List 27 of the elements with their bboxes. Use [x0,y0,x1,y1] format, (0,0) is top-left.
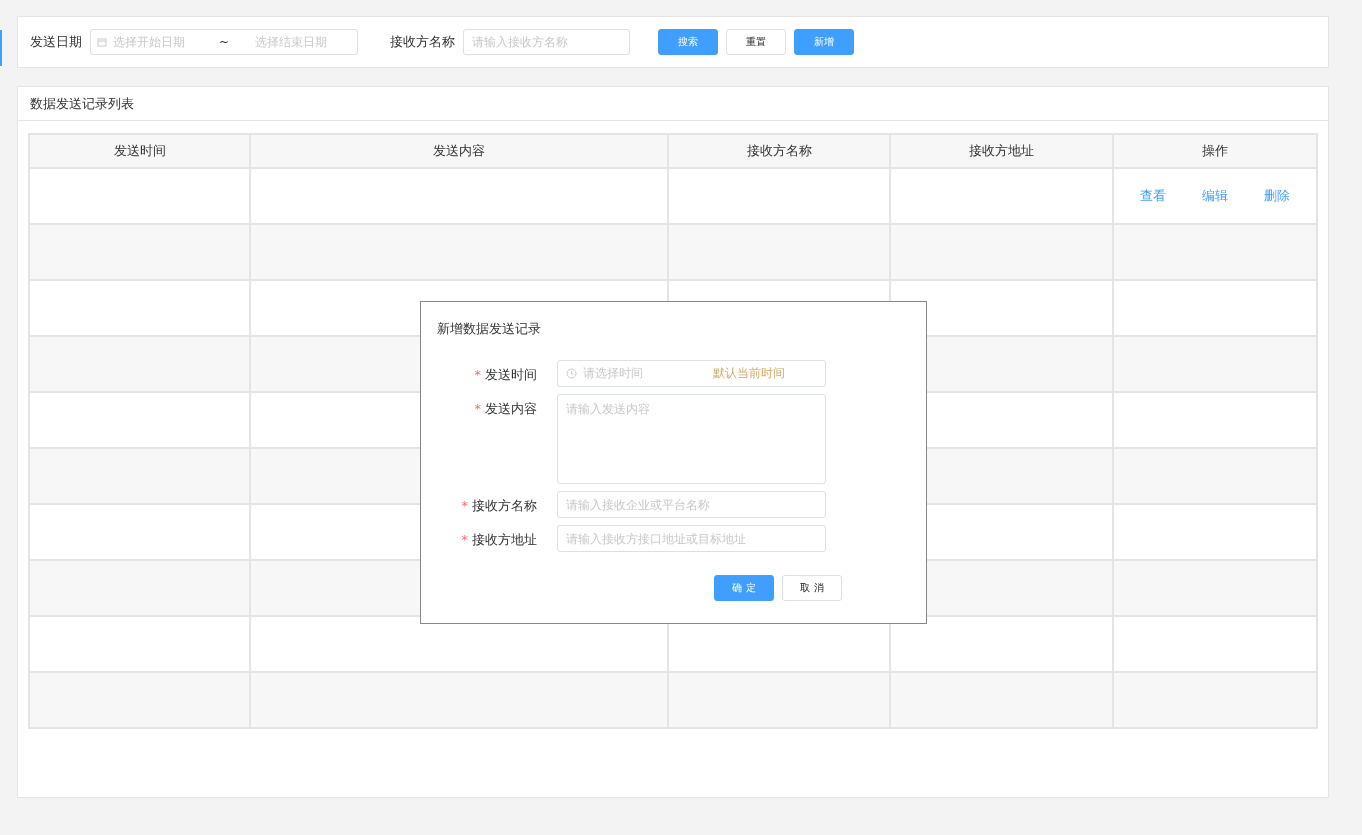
column-header: 接收方名称 [746,142,812,160]
dialog-button[interactable]: 确 定 [714,575,774,601]
column-header: 发送内容 [433,142,485,160]
form-label: 接收方地址 [472,532,537,547]
action-link[interactable]: 删除 [1264,187,1290,205]
column-header: 接收方地址 [969,142,1034,160]
required-asterisk: * [474,367,481,382]
form-label: 接收方名称 [472,498,537,513]
required-asterisk: * [461,532,468,547]
action-button[interactable]: 新增 [794,29,854,55]
form-label: 发送内容 [485,401,537,416]
card-title: 数据发送记录列表 [30,94,134,113]
dialog-button[interactable]: 取 消 [782,575,842,601]
required-asterisk: * [461,498,468,513]
form-label: 发送时间 [485,367,537,382]
dialog-title: 新增数据发送记录 [437,320,541,338]
action-link[interactable]: 查看 [1140,187,1166,205]
action-link[interactable]: 编辑 [1202,187,1228,205]
action-button[interactable]: 重置 [726,29,786,55]
field-label: 接收方名称 [390,33,455,51]
default-time-hint: 默认当前时间 [713,365,785,382]
action-button[interactable]: 搜索 [658,29,718,55]
column-header: 发送时间 [113,142,166,160]
column-header: 操作 [1202,142,1228,160]
field-label: 发送日期 [30,33,82,51]
range-separator: ~ [219,35,230,49]
required-asterisk: * [474,401,481,416]
